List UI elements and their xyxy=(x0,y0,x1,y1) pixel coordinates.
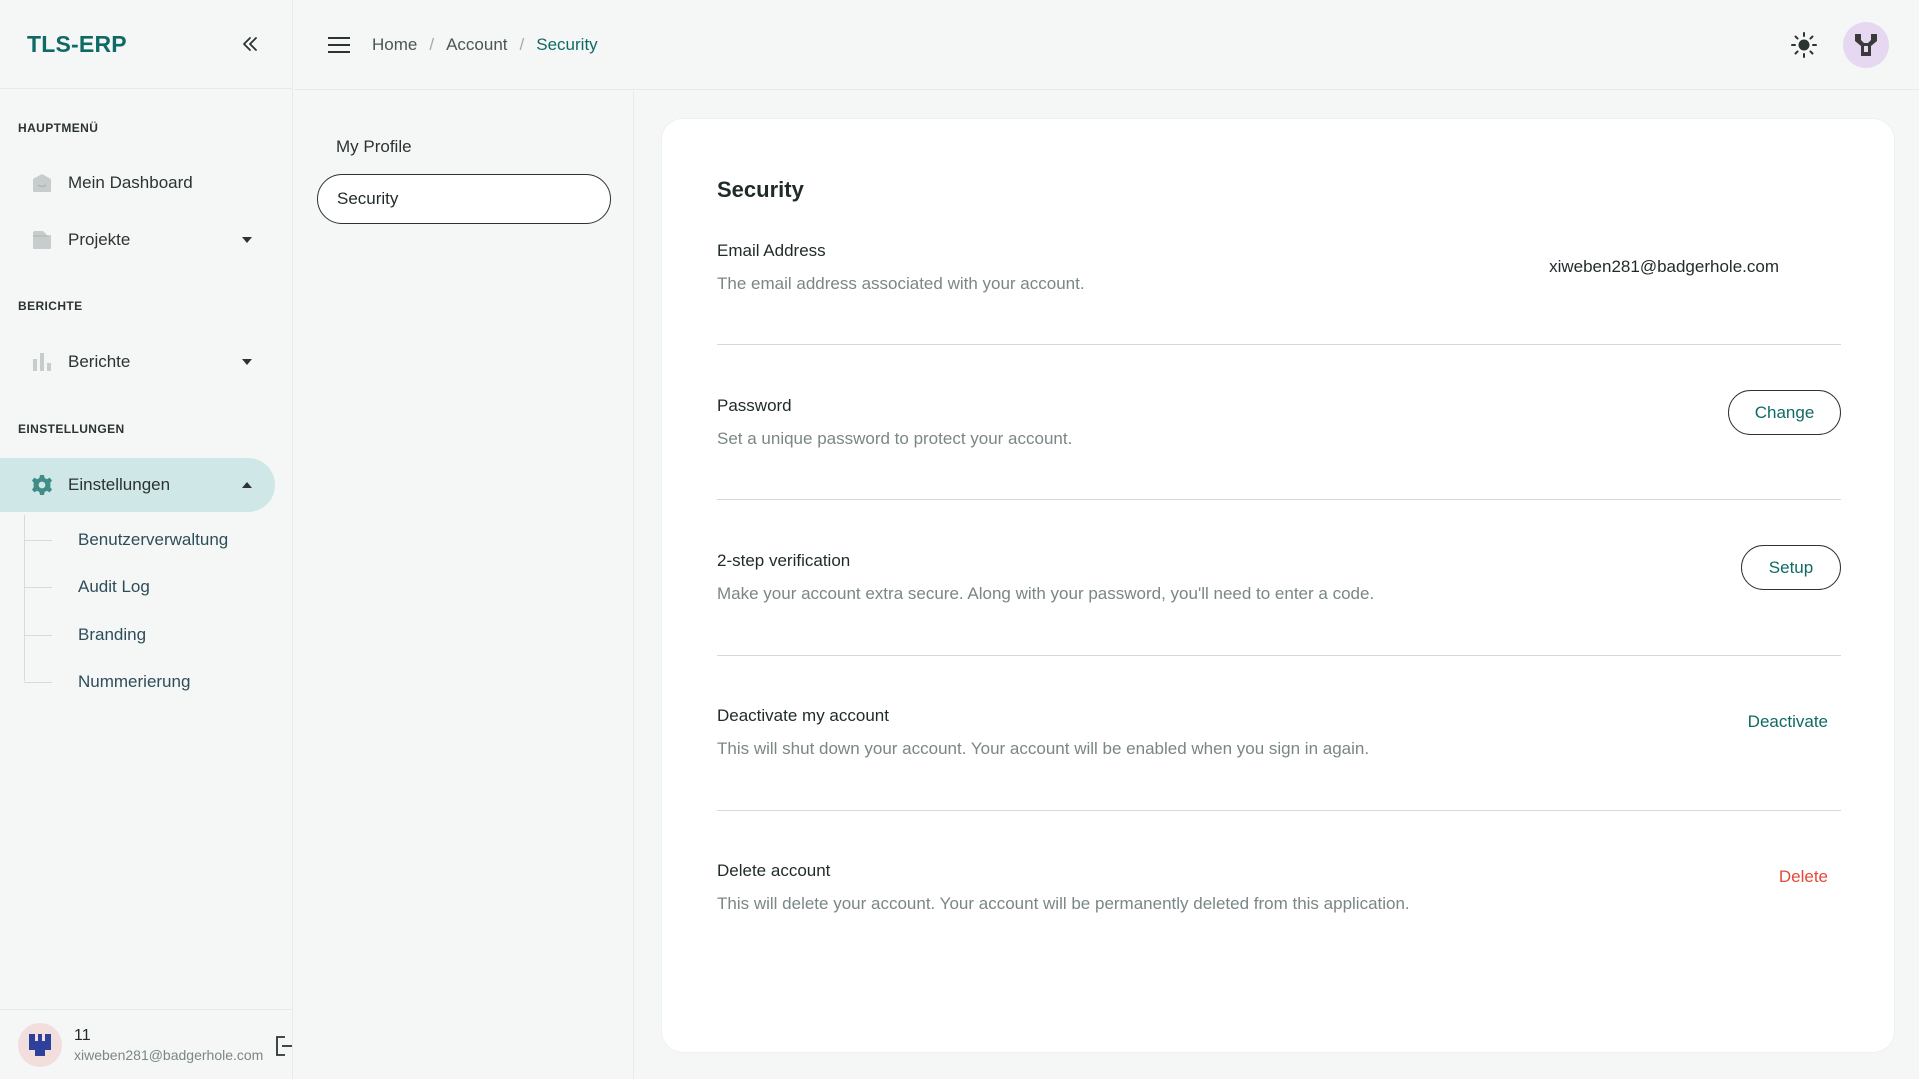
divider xyxy=(717,810,1841,811)
change-password-button[interactable]: Change xyxy=(1728,390,1841,435)
deactivate-description: This will shut down your account. Your a… xyxy=(717,739,1370,758)
security-card: Security Email Address The email address… xyxy=(661,118,1895,1053)
breadcrumb-separator: / xyxy=(519,34,525,54)
tree-branch xyxy=(24,539,52,541)
delete-account-button[interactable]: Delete xyxy=(1779,867,1828,887)
breadcrumb-security: Security xyxy=(536,34,598,54)
user-info: 11 xiweben281@badgerhole.com xyxy=(74,1027,293,1063)
app-logo[interactable]: TLS-ERP xyxy=(27,31,127,58)
delete-description: This will delete your account. Your acco… xyxy=(717,894,1410,913)
divider xyxy=(717,655,1841,656)
collapse-sidebar-button[interactable] xyxy=(236,30,264,58)
user-email: xiweben281@badgerhole.com xyxy=(74,1046,264,1063)
theme-toggle-button[interactable] xyxy=(1789,30,1819,60)
sidebar-item-label: Mein Dashboard xyxy=(68,173,193,192)
breadcrumb: Home / Account / Security xyxy=(372,35,598,55)
sun-icon xyxy=(1791,32,1817,58)
delete-row: Delete account This will delete your acc… xyxy=(717,861,1841,914)
user-avatar-button[interactable] xyxy=(1843,22,1889,68)
account-nav-my-profile[interactable]: My Profile xyxy=(317,122,611,172)
sidebar-subitem-nummerierung[interactable]: Nummerierung xyxy=(24,663,264,701)
deactivate-title: Deactivate my account xyxy=(717,706,889,725)
sidebar-header: TLS-ERP xyxy=(0,0,292,89)
setup-two-step-button[interactable]: Setup xyxy=(1741,545,1841,590)
account-subnav: My Profile Security xyxy=(294,91,634,1079)
email-description: The email address associated with your a… xyxy=(717,274,1085,293)
tree-branch xyxy=(24,634,52,636)
sidebar-item-projects[interactable]: Projekte xyxy=(0,213,275,267)
dashboard-icon xyxy=(30,171,54,195)
sidebar-user-footer: 11 xiweben281@badgerhole.com xyxy=(0,1009,293,1079)
delete-title: Delete account xyxy=(717,861,831,880)
section-label-reports: BERICHTE xyxy=(18,299,83,313)
sidebar-item-settings[interactable]: Einstellungen xyxy=(0,458,275,512)
avatar[interactable] xyxy=(18,1022,62,1067)
avatar-icon xyxy=(1855,34,1877,56)
two-step-title: 2-step verification xyxy=(717,551,851,570)
section-label-main: HAUPTMENÜ xyxy=(18,121,99,135)
password-description: Set a unique password to protect your ac… xyxy=(717,429,1073,448)
sidebar-item-label: Berichte xyxy=(68,352,131,371)
hamburger-menu-icon xyxy=(328,36,350,53)
sidebar-item-dashboard[interactable]: Mein Dashboard xyxy=(0,156,275,210)
logout-icon[interactable] xyxy=(273,1034,293,1058)
sidebar-subitem-audit-log[interactable]: Audit Log xyxy=(24,568,264,606)
caret-down-icon xyxy=(241,234,253,246)
sidebar-item-reports[interactable]: Berichte xyxy=(0,335,275,389)
caret-up-icon xyxy=(241,479,253,491)
email-value: xiweben281@badgerhole.com xyxy=(1549,257,1779,276)
sidebar-item-label: Projekte xyxy=(68,230,131,249)
folder-icon xyxy=(30,228,54,252)
breadcrumb-separator: / xyxy=(429,34,435,54)
deactivate-account-button[interactable]: Deactivate xyxy=(1748,712,1828,732)
divider xyxy=(717,344,1841,345)
sidebar-subitem-label: Benutzerverwaltung xyxy=(78,530,229,549)
deactivate-row: Deactivate my account This will shut dow… xyxy=(717,706,1841,759)
two-step-description: Make your account extra secure. Along wi… xyxy=(717,584,1375,603)
password-title: Password xyxy=(717,396,792,415)
top-bar: Home / Account / Security xyxy=(294,0,1919,90)
caret-down-icon xyxy=(241,356,253,368)
breadcrumb-account[interactable]: Account xyxy=(446,35,507,55)
user-name: 11 xyxy=(74,1026,91,1044)
sidebar-subitem-label: Nummerierung xyxy=(78,672,191,691)
sidebar-subitem-label: Branding xyxy=(78,625,147,644)
account-nav-security[interactable]: Security xyxy=(317,174,611,224)
bar-chart-icon xyxy=(30,350,54,374)
section-label-settings: EINSTELLUNGEN xyxy=(18,422,125,436)
page-title: Security xyxy=(717,177,804,202)
email-row: Email Address The email address associat… xyxy=(717,241,1841,294)
tree-branch xyxy=(24,681,52,683)
sidebar-subitem-branding[interactable]: Branding xyxy=(24,616,264,654)
sidebar-subitem-benutzerverwaltung[interactable]: Benutzerverwaltung xyxy=(24,521,264,559)
sidebar-subitem-label: Audit Log xyxy=(78,577,150,596)
sidebar: TLS-ERP HAUPTMENÜ Mein Dashboard Projekt… xyxy=(0,0,293,1079)
menu-toggle-button[interactable] xyxy=(324,30,354,60)
chevrons-left-icon xyxy=(243,37,257,51)
tree-branch xyxy=(24,586,52,588)
avatar-icon xyxy=(29,1033,51,1056)
divider xyxy=(717,499,1841,500)
gear-icon xyxy=(30,473,54,497)
breadcrumb-home[interactable]: Home xyxy=(372,35,417,55)
sidebar-item-label: Einstellungen xyxy=(68,475,171,494)
two-step-row: 2-step verification Make your account ex… xyxy=(717,545,1841,604)
password-row: Password Set a unique password to protec… xyxy=(717,390,1841,449)
